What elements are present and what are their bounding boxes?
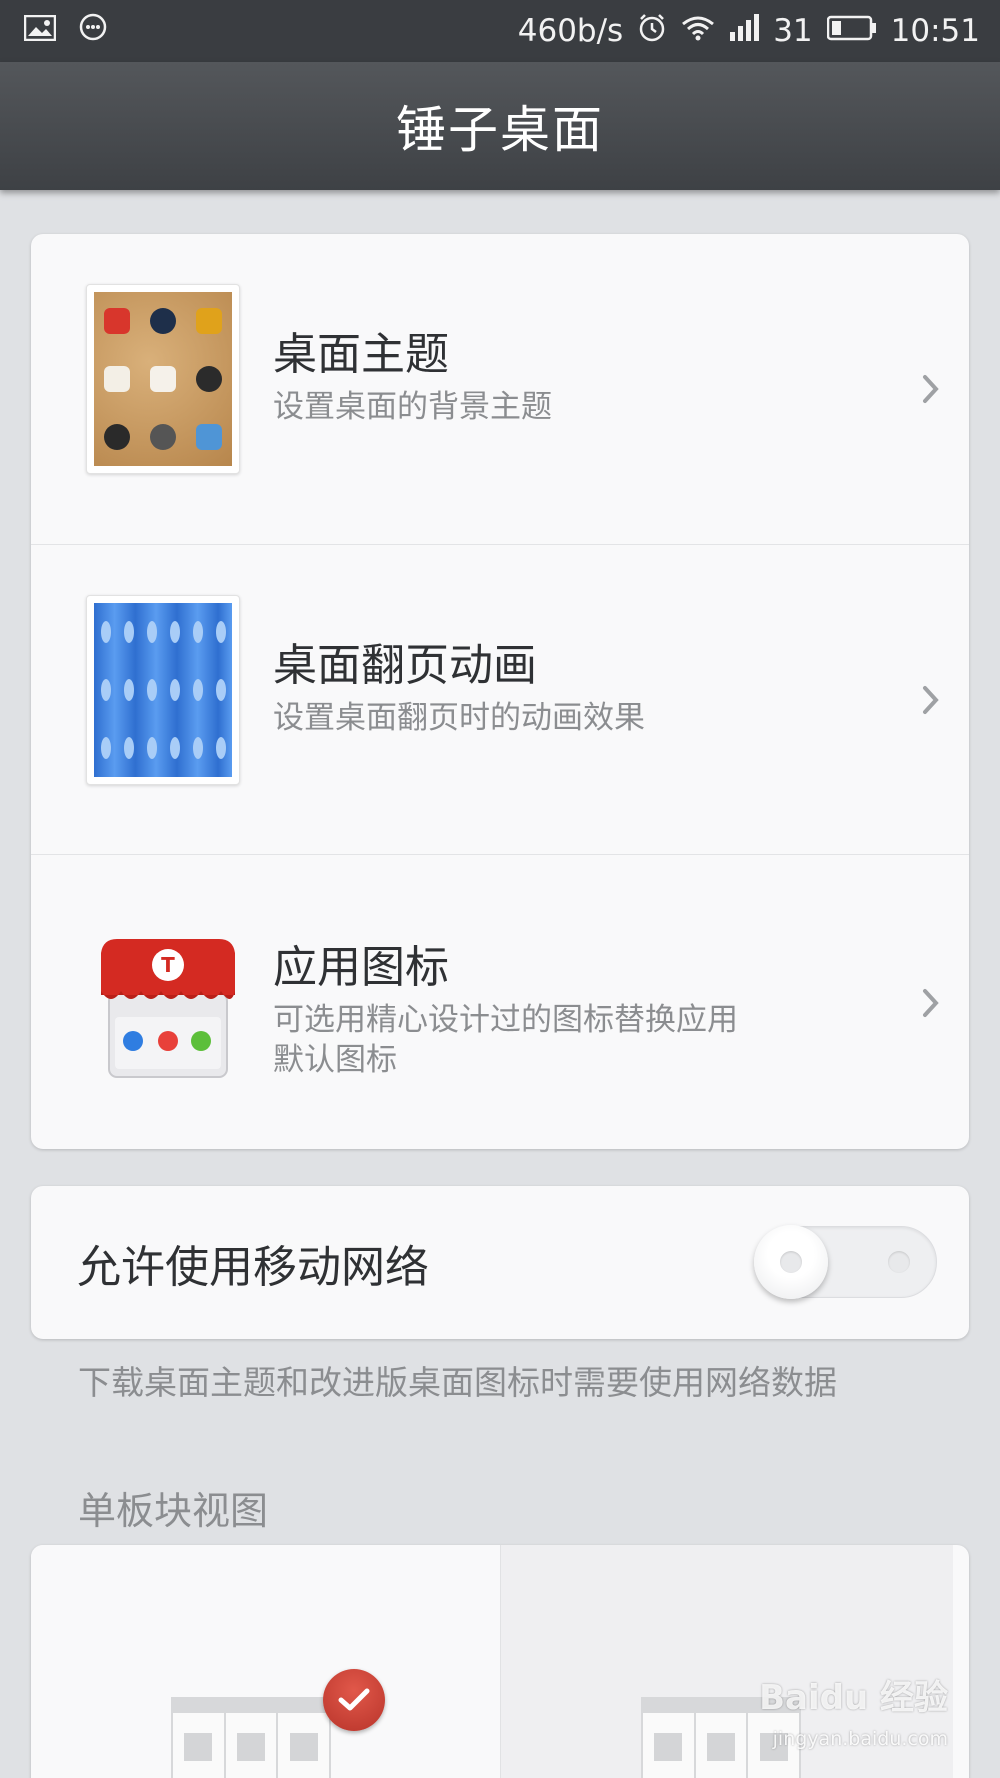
chevron-right-icon xyxy=(923,375,939,403)
mobile-network-hint: 下载桌面主题和改进版桌面图标时需要使用网络数据 xyxy=(78,1363,837,1402)
baidu-watermark-url: jingyan.baidu.com xyxy=(772,1728,948,1750)
checkmark-icon xyxy=(323,1669,385,1731)
setting-subtitle-line: 可选用精心设计过的图标替换应用 xyxy=(273,1001,738,1038)
setting-text: 应用图标 可选用精心设计过的图标替换应用 默认图标 xyxy=(273,942,849,1081)
image-icon xyxy=(23,13,57,49)
status-bar: 460b/s 31 10:51 xyxy=(0,0,1000,62)
flip-animation-thumbnail xyxy=(86,595,240,785)
panel-option-single[interactable] xyxy=(31,1545,500,1778)
title-bar: 锤子桌面 xyxy=(0,62,1000,190)
battery-icon xyxy=(826,15,877,47)
setting-row-flip-animation[interactable]: 桌面翻页动画 设置桌面翻页时的动画效果 xyxy=(31,544,969,854)
network-card: 允许使用移动网络 xyxy=(31,1186,969,1339)
setting-title: 桌面主题 xyxy=(273,329,449,380)
wifi-icon xyxy=(681,14,715,48)
setting-title: 桌面翻页动画 xyxy=(273,640,537,691)
mobile-network-label: 允许使用移动网络 xyxy=(77,1241,429,1293)
status-icons-left xyxy=(23,12,108,50)
toggle-track-dot xyxy=(888,1251,910,1273)
clock-time: 10:51 xyxy=(890,12,980,49)
setting-subtitle: 设置桌面翻页时的动画效果 xyxy=(273,699,645,736)
alarm-icon xyxy=(637,13,667,49)
panel-preview-grid xyxy=(171,1697,331,1778)
signal-icon xyxy=(729,14,760,48)
theme-thumbnail xyxy=(86,284,240,474)
status-icons-right: 460b/s 31 10:51 xyxy=(518,13,980,49)
setting-subtitle-line: 默认图标 xyxy=(273,1041,397,1078)
chevron-right-icon xyxy=(923,686,939,714)
net-speed: 460b/s xyxy=(517,12,624,49)
svg-text:T: T xyxy=(161,953,175,977)
signal-level: 31 xyxy=(773,12,813,49)
toggle-knob[interactable] xyxy=(754,1225,828,1299)
page-title: 锤子桌面 xyxy=(396,101,604,159)
settings-card: 桌面主题 设置桌面的背景主题 桌面翻页动画 设置桌面翻页时的动画效果 T 应用图… xyxy=(31,234,969,1149)
mobile-network-toggle[interactable] xyxy=(754,1225,937,1299)
setting-row-theme[interactable]: 桌面主题 设置桌面的背景主题 xyxy=(31,234,969,544)
setting-title: 应用图标 xyxy=(273,942,449,993)
app-store-icon: T xyxy=(101,939,235,1078)
setting-subtitle: 可选用精心设计过的图标替换应用 默认图标 xyxy=(273,1000,849,1081)
chevron-right-icon xyxy=(923,989,939,1017)
setting-text: 桌面翻页动画 设置桌面翻页时的动画效果 xyxy=(273,640,849,738)
baidu-watermark: Baidu 经验 xyxy=(759,1678,948,1718)
setting-subtitle: 设置桌面的背景主题 xyxy=(273,388,552,425)
setting-text: 桌面主题 设置桌面的背景主题 xyxy=(273,329,849,427)
setting-row-app-icons[interactable]: T 应用图标 可选用精心设计过的图标替换应用 默认图标 xyxy=(31,854,969,1149)
chat-bubble-icon xyxy=(78,12,108,50)
section-title-single-panel: 单板块视图 xyxy=(78,1489,269,1533)
